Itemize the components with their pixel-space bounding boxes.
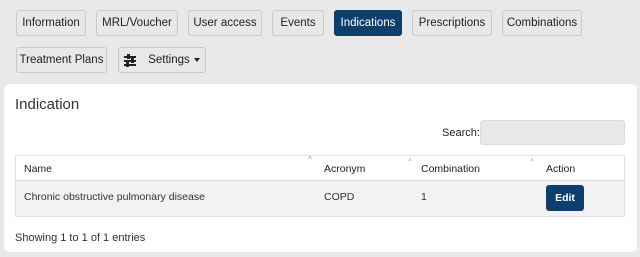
- sort-icon: ▲: [529, 157, 535, 163]
- tab-user-access[interactable]: User access: [188, 10, 262, 36]
- table-info: Showing 1 to 1 of 1 entries: [15, 232, 146, 244]
- indications-table: Name ^ Acronym ▲ Combination ▲ Action Ch…: [15, 155, 625, 217]
- cell-name: Chronic obstructive pulmonary disease: [24, 191, 205, 203]
- column-header-name[interactable]: Name ^: [24, 155, 314, 181]
- sliders-icon: [124, 54, 137, 67]
- tab-prescriptions[interactable]: Prescriptions: [412, 10, 492, 36]
- caret-down-icon: [193, 58, 200, 62]
- tab-information[interactable]: Information: [16, 10, 86, 36]
- settings-label: Settings: [148, 54, 190, 66]
- tab-events[interactable]: Events: [272, 10, 324, 36]
- tab-indications[interactable]: Indications: [334, 10, 402, 36]
- edit-button[interactable]: Edit: [546, 185, 584, 211]
- sort-asc-icon: ^: [308, 155, 312, 164]
- tab-combinations[interactable]: Combinations: [502, 10, 582, 36]
- search-input[interactable]: [480, 120, 625, 145]
- sort-icon: ▲: [407, 157, 413, 163]
- column-header-acronym[interactable]: Acronym ▲: [324, 156, 414, 181]
- tab-mrl-voucher[interactable]: MRL/Voucher: [96, 10, 178, 36]
- cell-combination: 1: [421, 191, 427, 203]
- cell-acronym: COPD: [324, 191, 355, 203]
- settings-dropdown-button[interactable]: Settings: [118, 47, 206, 73]
- column-header-combination[interactable]: Combination ▲: [421, 156, 536, 181]
- table-header: Name ^ Acronym ▲ Combination ▲ Action: [16, 155, 624, 181]
- table-row: Chronic obstructive pulmonary disease CO…: [16, 181, 624, 216]
- card-title: Indication: [15, 96, 80, 113]
- indication-card: Indication Search: Name ^ Acronym ▲ Comb…: [4, 84, 637, 252]
- tab-treatment-plans[interactable]: Treatment Plans: [16, 47, 107, 73]
- search-label: Search:: [442, 127, 480, 139]
- column-header-action: Action: [546, 162, 576, 175]
